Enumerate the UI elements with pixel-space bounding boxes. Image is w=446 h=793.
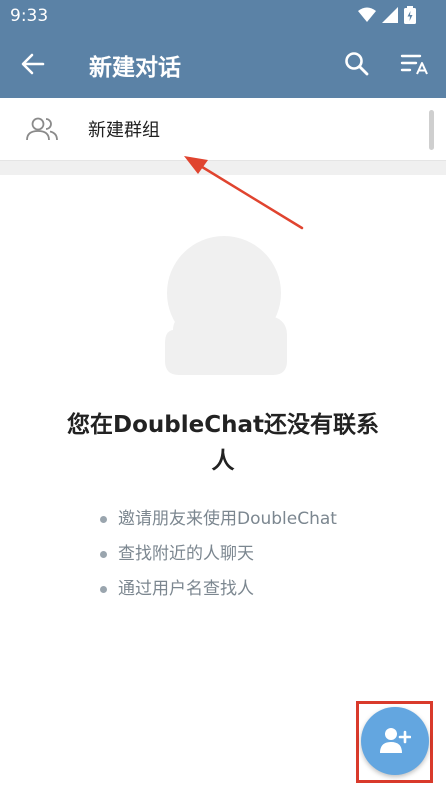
- tip-text: 邀请朋友来使用DoubleChat: [118, 509, 337, 529]
- signal-icon: [382, 7, 398, 23]
- list-item: 查找附近的人聊天: [100, 540, 337, 575]
- search-icon[interactable]: [344, 51, 370, 77]
- sort-icon[interactable]: [400, 51, 430, 77]
- empty-avatar-icon: [165, 236, 287, 375]
- add-contact-icon: [380, 728, 411, 753]
- empty-state-tips: 邀请朋友来使用DoubleChat 查找附近的人聊天 通过用户名查找人: [100, 505, 337, 610]
- page-title: 新建对话: [89, 55, 181, 81]
- battery-icon: [404, 6, 416, 24]
- list-item: 邀请朋友来使用DoubleChat: [100, 505, 337, 540]
- bullet-icon: [100, 586, 107, 593]
- wifi-icon: [358, 7, 376, 22]
- status-icons: [358, 6, 416, 24]
- status-bar: 9:33: [0, 0, 446, 30]
- arrow-left-icon[interactable]: [20, 51, 46, 77]
- tip-text: 通过用户名查找人: [118, 579, 254, 599]
- scrollbar[interactable]: [429, 110, 434, 150]
- list-item: 通过用户名查找人: [100, 575, 337, 610]
- bullet-icon: [100, 551, 107, 558]
- group-icon: [26, 117, 58, 141]
- annotation-arrow: [184, 156, 304, 230]
- status-time: 9:33: [10, 6, 49, 26]
- screen: 9:33 新建对话 新建群组 您在DoubleChat还没有联系人 邀请朋友来使…: [0, 0, 446, 793]
- app-bar: 新建对话: [0, 30, 446, 98]
- tip-text: 查找附近的人聊天: [118, 544, 254, 564]
- new-group-label: 新建群组: [88, 120, 160, 141]
- empty-state-title: 您在DoubleChat还没有联系人: [67, 412, 379, 474]
- add-contact-button[interactable]: [361, 707, 429, 775]
- bullet-icon: [100, 516, 107, 523]
